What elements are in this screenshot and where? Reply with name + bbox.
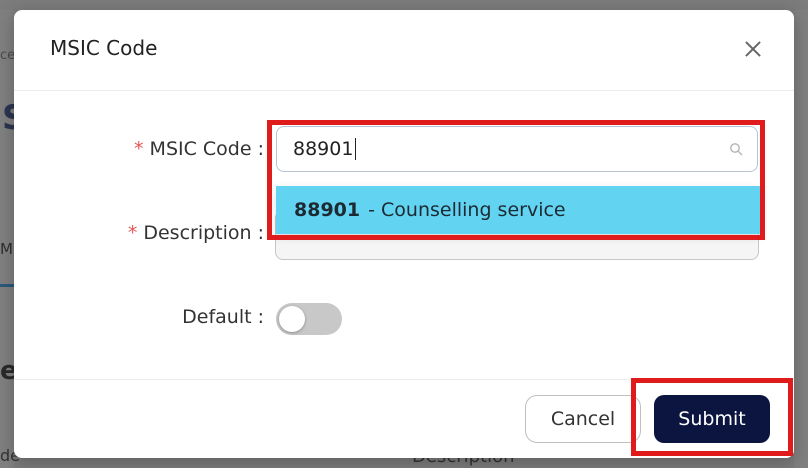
default-toggle[interactable] — [276, 303, 342, 335]
cancel-button[interactable]: Cancel — [525, 395, 641, 443]
option-code: 88901 — [294, 199, 361, 221]
background-tab-underline — [0, 284, 14, 287]
dropdown-option-88901[interactable]: 88901 - Counselling service — [276, 186, 760, 234]
close-icon[interactable] — [742, 38, 764, 60]
modal-title: MSIC Code — [50, 36, 158, 60]
header-divider — [14, 90, 794, 91]
msic-code-value: 88901 — [293, 138, 354, 160]
msic-code-modal: MSIC Code * MSIC Code : 88901 * Descriptio… — [14, 10, 794, 458]
text-caret — [355, 138, 357, 160]
background-right-panel — [794, 10, 808, 468]
search-icon — [730, 143, 743, 156]
msic-code-label: * MSIC Code : — [134, 138, 264, 160]
background-tab-fragment: M — [0, 240, 13, 258]
required-mark: * — [127, 222, 138, 244]
description-label: * Description : — [127, 222, 264, 244]
background-text-fragment: ce — [0, 48, 16, 63]
msic-code-input[interactable]: 88901 — [276, 126, 758, 172]
default-label: Default : — [182, 306, 264, 328]
required-mark: * — [134, 138, 144, 160]
msic-code-dropdown: 88901 - Counselling service — [276, 186, 760, 234]
option-text: - Counselling service — [368, 199, 566, 221]
submit-button[interactable]: Submit — [654, 395, 770, 443]
toggle-knob — [279, 306, 305, 332]
footer-divider — [14, 379, 794, 380]
background-left-panel — [0, 10, 14, 468]
